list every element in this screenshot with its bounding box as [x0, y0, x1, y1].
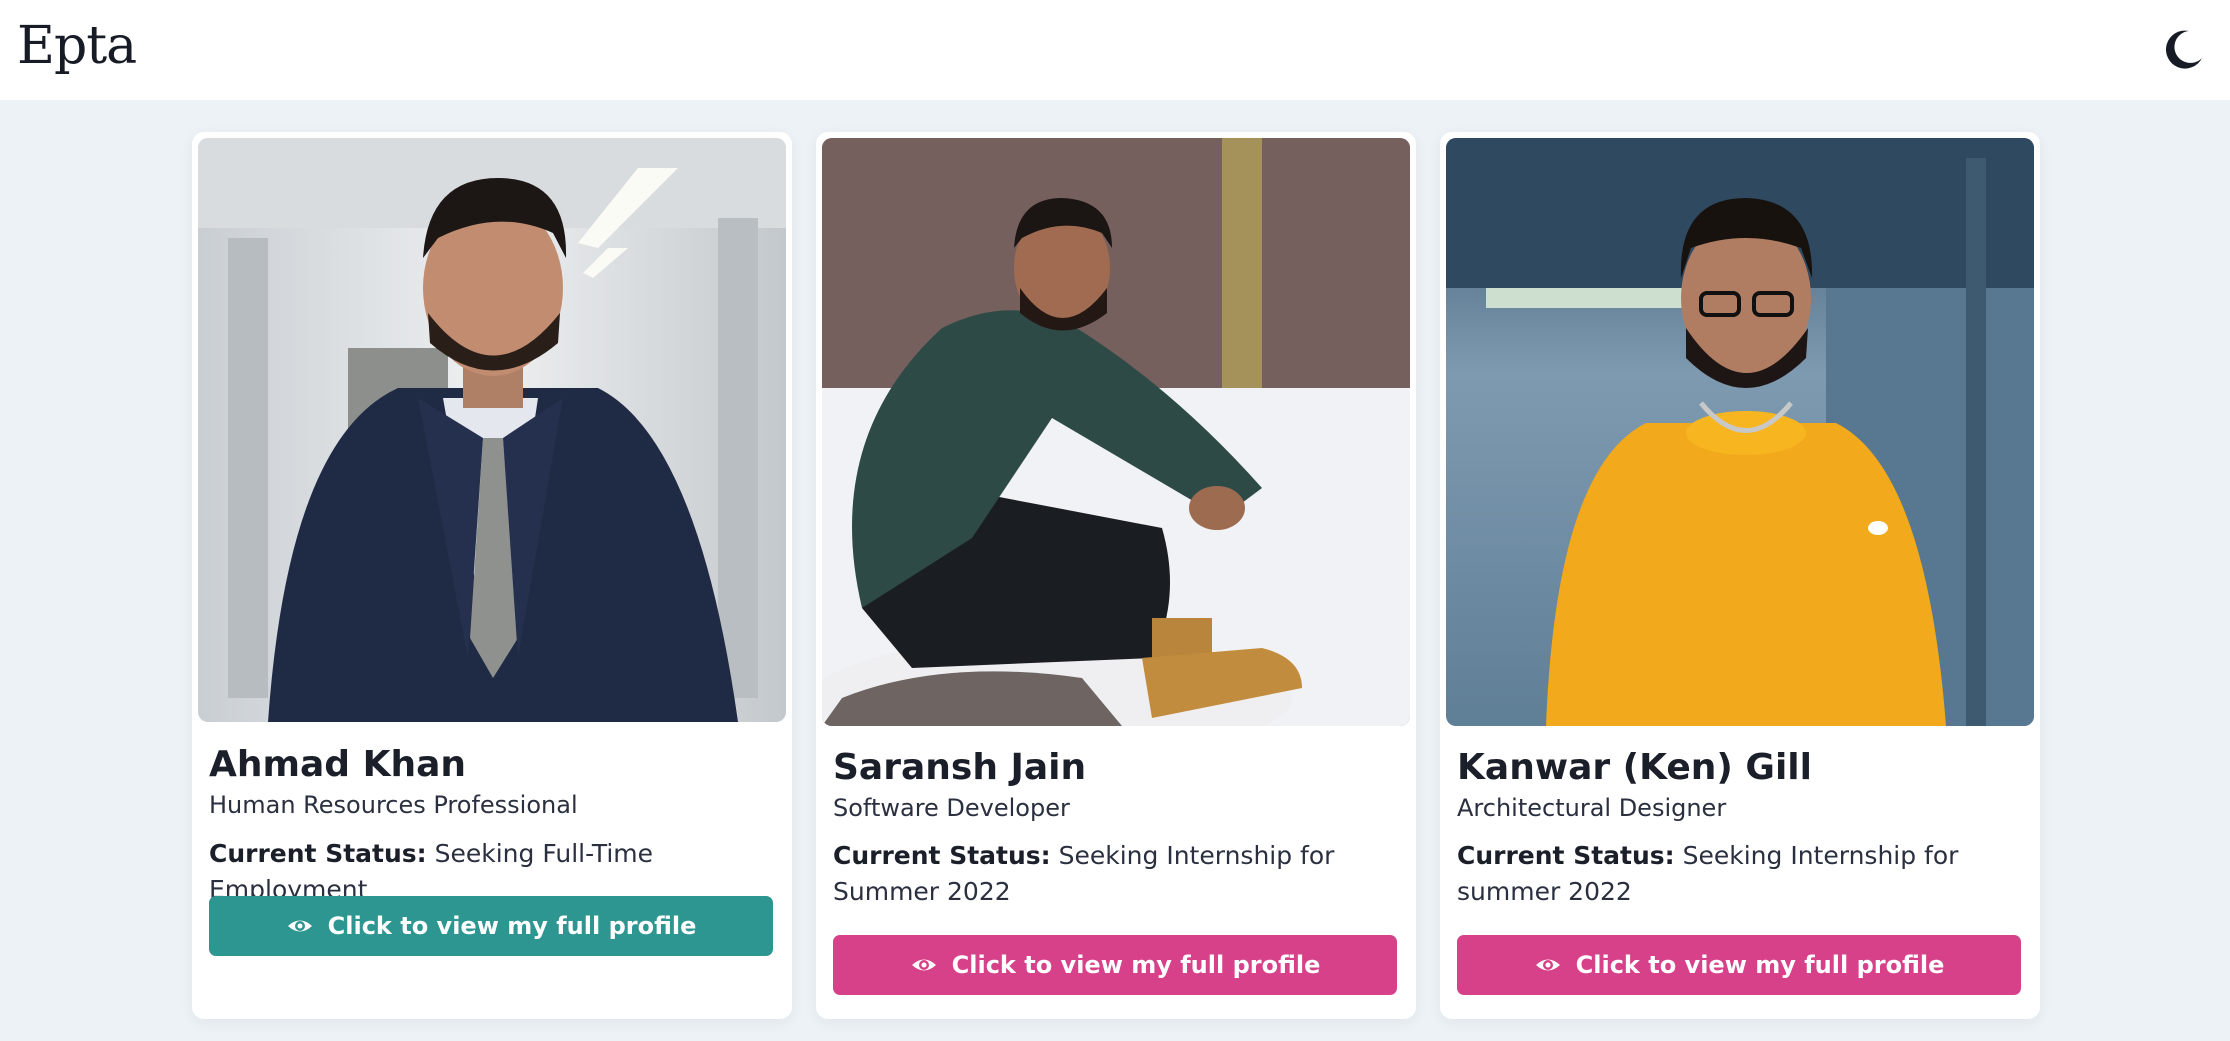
profile-photo	[1446, 138, 2034, 726]
eye-icon	[911, 959, 936, 971]
profile-name: Saransh Jain	[833, 747, 1087, 788]
view-full-profile-button[interactable]: Click to view my full profile	[209, 896, 773, 956]
theme-toggle-button[interactable]	[2162, 27, 2206, 71]
profile-name: Kanwar (Ken) Gill	[1457, 747, 1812, 788]
top-navbar: Epta	[0, 0, 2230, 100]
status-label: Current Status:	[209, 839, 427, 868]
profile-role: Software Developer	[833, 794, 1070, 822]
button-label: Click to view my full profile	[327, 912, 697, 940]
profile-status: Current Status: Seeking Internship for S…	[833, 838, 1393, 910]
profile-card: Ahmad Khan Human Resources Professional …	[192, 132, 792, 1019]
profile-name: Ahmad Khan	[209, 744, 467, 785]
eye-icon	[287, 920, 312, 932]
status-label: Current Status:	[1457, 841, 1675, 870]
profile-card: Saransh Jain Software Developer Current …	[816, 132, 1416, 1019]
profile-card: Kanwar (Ken) Gill Architectural Designer…	[1440, 132, 2040, 1019]
status-label: Current Status:	[833, 841, 1051, 870]
button-label: Click to view my full profile	[951, 951, 1321, 979]
site-logo[interactable]: Epta	[17, 14, 137, 78]
button-label: Click to view my full profile	[1575, 951, 1945, 979]
profile-photo	[198, 138, 786, 722]
eye-icon	[1535, 959, 1560, 971]
profile-role: Architectural Designer	[1457, 794, 1727, 822]
view-full-profile-button[interactable]: Click to view my full profile	[1457, 935, 2021, 995]
moon-icon	[2165, 30, 2202, 69]
profile-role: Human Resources Professional	[209, 791, 578, 819]
view-full-profile-button[interactable]: Click to view my full profile	[833, 935, 1397, 995]
profile-photo	[822, 138, 1410, 726]
profile-status: Current Status: Seeking Internship for s…	[1457, 838, 2017, 910]
